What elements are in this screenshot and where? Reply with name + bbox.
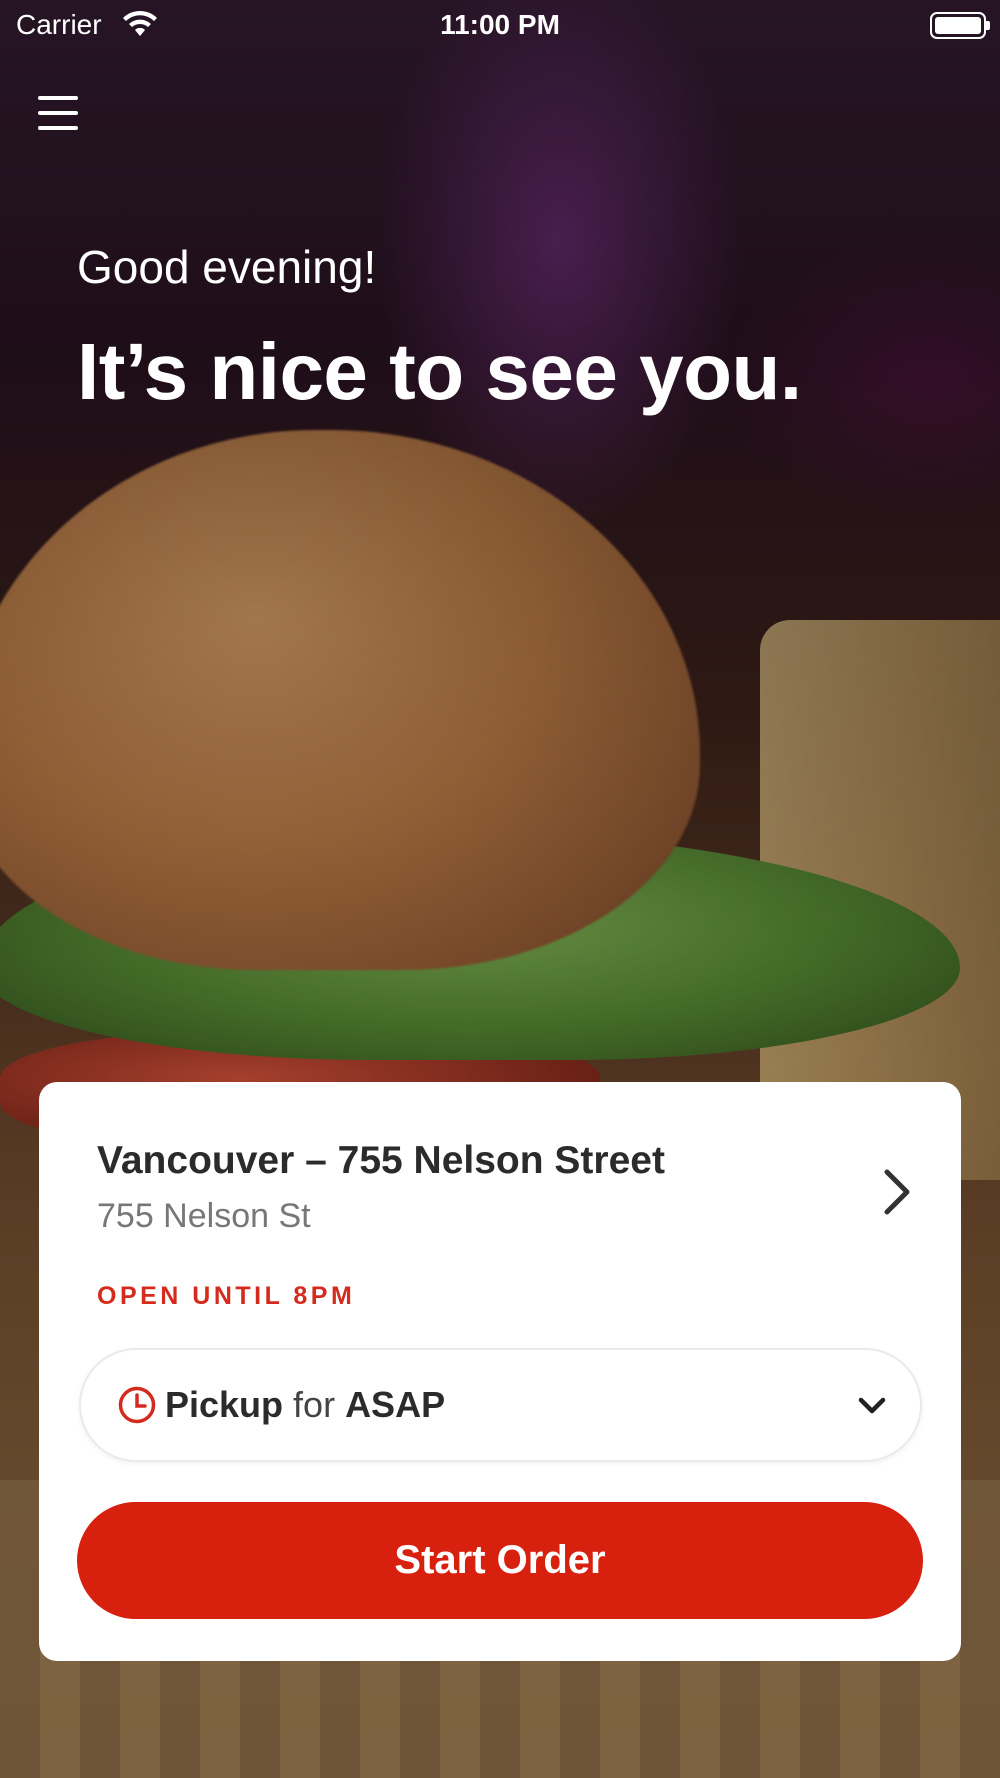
order-mode-value: Pickup	[165, 1384, 284, 1425]
order-time-value: ASAP	[345, 1384, 446, 1425]
location-address: 755 Nelson St	[97, 1197, 311, 1235]
status-time: 11:00 PM	[440, 9, 560, 40]
screen: Carrier 11:00 PM Good evening! It’s nice…	[0, 0, 1000, 1778]
order-mode-dropdown[interactable]: Pickup for ASAP	[79, 1348, 922, 1462]
order-mode-connector: for	[293, 1384, 336, 1425]
start-order-button[interactable]: Start Order	[77, 1502, 923, 1619]
battery-icon	[930, 12, 990, 39]
clock-icon	[118, 1386, 156, 1424]
location-name[interactable]: Vancouver – 755 Nelson Street	[97, 1139, 665, 1183]
chevron-down-icon	[858, 1397, 886, 1414]
hamburger-menu-icon[interactable]	[38, 96, 78, 130]
order-mode-text: Pickup for ASAP	[165, 1384, 445, 1426]
greeting-text: Good evening!	[77, 241, 377, 293]
status-bar: Carrier 11:00 PM	[0, 0, 1000, 50]
location-card: Vancouver – 755 Nelson Street 755 Nelson…	[39, 1082, 961, 1661]
open-status-label: OPEN UNTIL 8PM	[97, 1282, 356, 1310]
headline-text: It’s nice to see you.	[77, 327, 802, 416]
chevron-right-icon[interactable]	[875, 1162, 919, 1222]
